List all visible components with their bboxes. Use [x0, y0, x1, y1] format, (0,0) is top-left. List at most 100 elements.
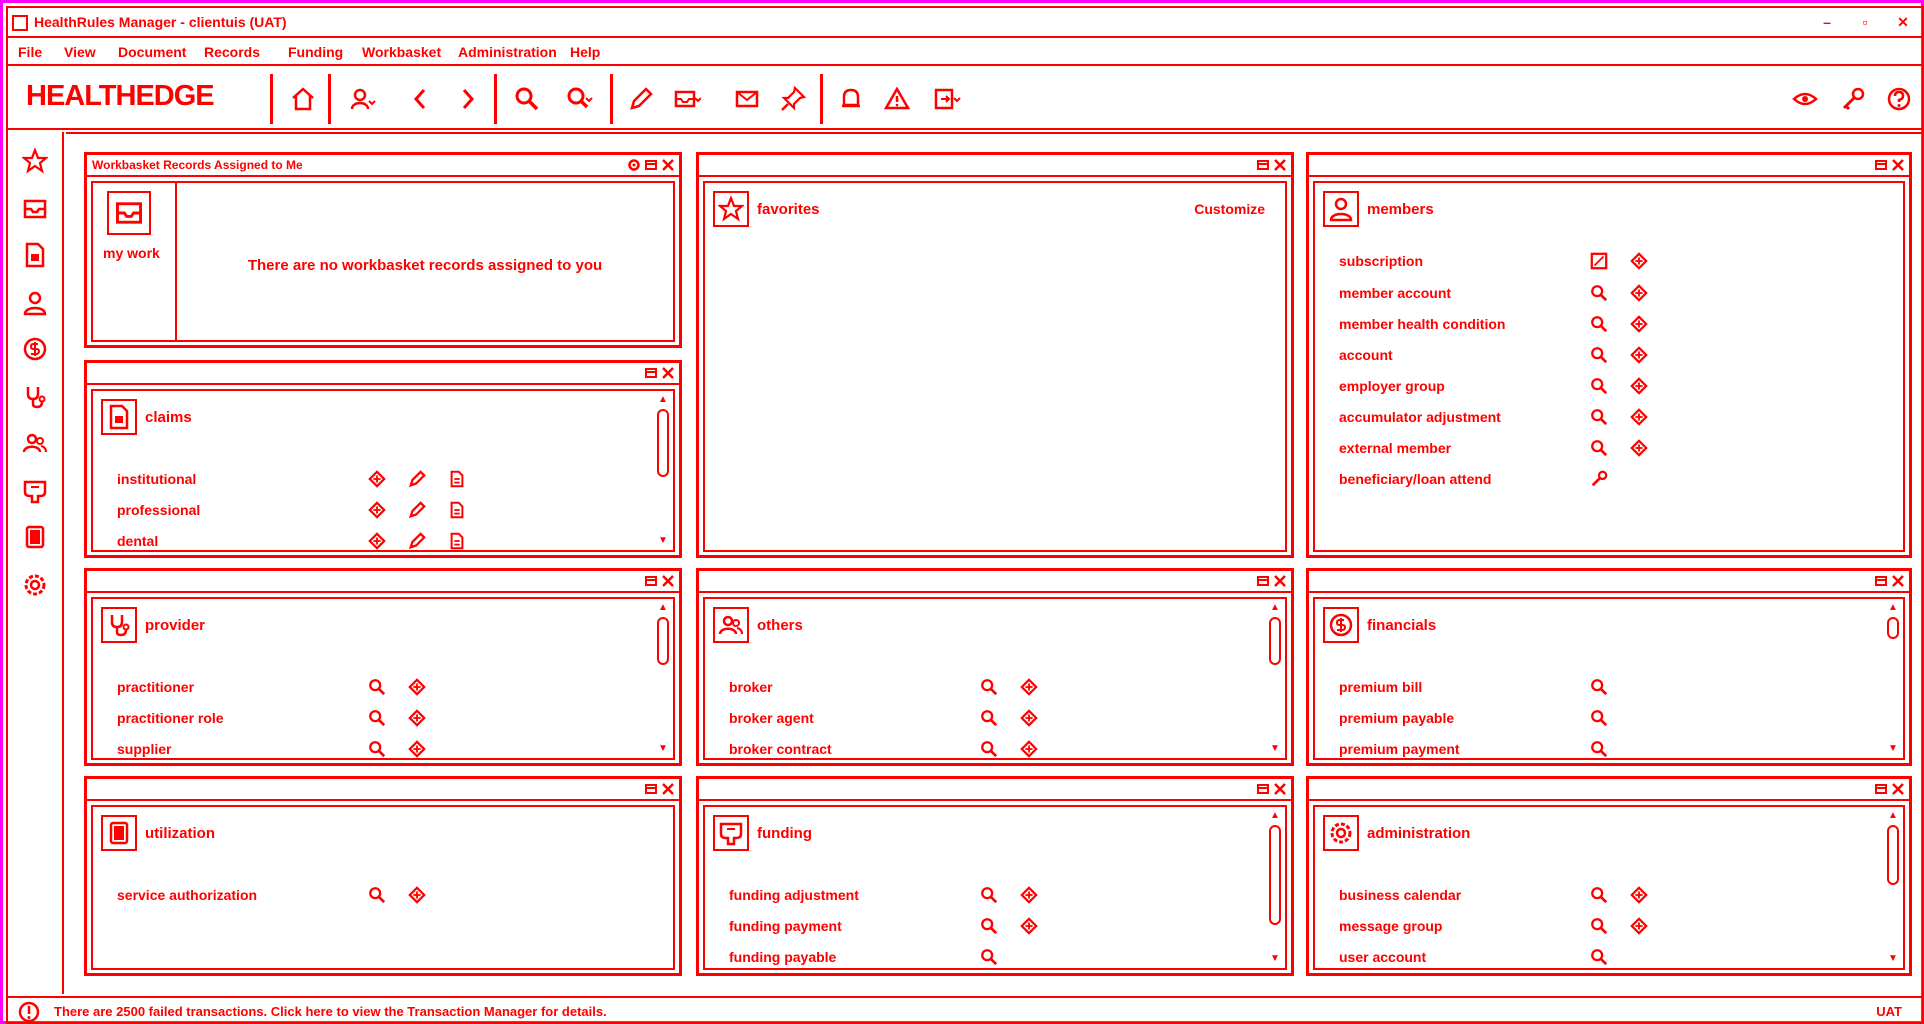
- edit-icon[interactable]: [407, 469, 427, 489]
- search-icon[interactable]: [979, 739, 999, 759]
- item-label[interactable]: subscription: [1339, 253, 1423, 269]
- search-icon[interactable]: [510, 82, 544, 116]
- minimize-button[interactable]: –: [1812, 10, 1842, 34]
- inbox-icon[interactable]: [107, 191, 151, 235]
- pin-icon[interactable]: [776, 82, 810, 116]
- edit-square-icon[interactable]: [1589, 251, 1609, 271]
- item-label[interactable]: funding payable: [729, 949, 836, 965]
- add-icon[interactable]: [367, 531, 387, 551]
- users-icon[interactable]: [346, 82, 380, 116]
- stethoscope-icon[interactable]: [20, 382, 50, 412]
- minimize-icon[interactable]: [1874, 782, 1888, 796]
- add-icon[interactable]: [1629, 251, 1649, 271]
- add-icon[interactable]: [1629, 885, 1649, 905]
- search-icon[interactable]: [367, 739, 387, 759]
- search-icon[interactable]: [979, 916, 999, 936]
- add-icon[interactable]: [1629, 314, 1649, 334]
- document-search-icon[interactable]: [447, 469, 467, 489]
- maximize-button[interactable]: ▫: [1850, 10, 1880, 34]
- item-label[interactable]: user account: [1339, 949, 1426, 965]
- add-icon[interactable]: [407, 885, 427, 905]
- add-icon[interactable]: [1629, 345, 1649, 365]
- item-label[interactable]: practitioner role: [117, 710, 224, 726]
- add-icon[interactable]: [1019, 885, 1039, 905]
- wrench-icon[interactable]: [1589, 469, 1609, 489]
- search-icon[interactable]: [979, 677, 999, 697]
- menu-funding[interactable]: Funding: [288, 44, 343, 60]
- search-icon[interactable]: [1589, 708, 1609, 728]
- add-icon[interactable]: [1019, 708, 1039, 728]
- close-icon[interactable]: [1273, 574, 1287, 588]
- scrollbar[interactable]: ▲ ▼: [655, 601, 671, 756]
- bell-icon[interactable]: [834, 82, 868, 116]
- help-icon[interactable]: [1882, 82, 1916, 116]
- search-icon[interactable]: [1589, 438, 1609, 458]
- item-label[interactable]: beneficiary/loan attend: [1339, 471, 1491, 487]
- menu-records[interactable]: Records: [204, 44, 260, 60]
- item-label[interactable]: message group: [1339, 918, 1442, 934]
- minimize-icon[interactable]: [1874, 574, 1888, 588]
- search-icon[interactable]: [1589, 677, 1609, 697]
- group-icon[interactable]: [20, 428, 50, 458]
- dollar-icon[interactable]: [20, 334, 50, 364]
- minimize-icon[interactable]: [644, 158, 658, 172]
- close-icon[interactable]: [661, 158, 675, 172]
- edit-icon[interactable]: [407, 531, 427, 551]
- minimize-icon[interactable]: [1256, 782, 1270, 796]
- item-label[interactable]: accumulator adjustment: [1339, 409, 1501, 425]
- document-search-icon[interactable]: [447, 500, 467, 520]
- settings-icon[interactable]: [627, 158, 641, 172]
- item-label[interactable]: funding payment: [729, 918, 842, 934]
- warning-icon[interactable]: [880, 82, 914, 116]
- search-icon[interactable]: [979, 708, 999, 728]
- scrollbar[interactable]: ▲ ▼: [1885, 601, 1901, 756]
- item-label[interactable]: funding adjustment: [729, 887, 859, 903]
- customize-link[interactable]: Customize: [1194, 201, 1265, 217]
- add-icon[interactable]: [407, 677, 427, 697]
- item-label[interactable]: premium bill: [1339, 679, 1422, 695]
- search-icon[interactable]: [367, 885, 387, 905]
- item-label[interactable]: premium payable: [1339, 710, 1454, 726]
- add-icon[interactable]: [1019, 916, 1039, 936]
- edit-icon[interactable]: [624, 82, 658, 116]
- item-label[interactable]: member health condition: [1339, 316, 1505, 332]
- search-icon[interactable]: [979, 885, 999, 905]
- item-label[interactable]: professional: [117, 502, 200, 518]
- minimize-icon[interactable]: [1256, 158, 1270, 172]
- minimize-icon[interactable]: [1256, 574, 1270, 588]
- item-label[interactable]: broker: [729, 679, 773, 695]
- minimize-icon[interactable]: [644, 574, 658, 588]
- close-icon[interactable]: [1273, 782, 1287, 796]
- close-icon[interactable]: [661, 366, 675, 380]
- add-icon[interactable]: [1629, 376, 1649, 396]
- close-icon[interactable]: [661, 782, 675, 796]
- inbox-icon[interactable]: [670, 82, 704, 116]
- forward-icon[interactable]: [450, 82, 484, 116]
- search-icon[interactable]: [1589, 739, 1609, 759]
- edit-icon[interactable]: [407, 500, 427, 520]
- close-button[interactable]: ✕: [1888, 10, 1918, 34]
- menu-view[interactable]: View: [64, 44, 96, 60]
- home-icon[interactable]: [286, 82, 320, 116]
- menu-administration[interactable]: Administration: [458, 44, 557, 60]
- item-label[interactable]: external member: [1339, 440, 1451, 456]
- minimize-icon[interactable]: [644, 782, 658, 796]
- search-icon[interactable]: [1589, 947, 1609, 967]
- close-icon[interactable]: [661, 574, 675, 588]
- add-icon[interactable]: [1629, 916, 1649, 936]
- scrollbar[interactable]: ▲ ▼: [655, 393, 671, 548]
- search-icon[interactable]: [1589, 885, 1609, 905]
- add-icon[interactable]: [367, 469, 387, 489]
- item-label[interactable]: broker contract: [729, 741, 832, 757]
- add-icon[interactable]: [407, 739, 427, 759]
- item-label[interactable]: business calendar: [1339, 887, 1461, 903]
- search-icon[interactable]: [1589, 916, 1609, 936]
- close-icon[interactable]: [1891, 782, 1905, 796]
- key-icon[interactable]: [1836, 82, 1870, 116]
- search-icon[interactable]: [1589, 314, 1609, 334]
- item-label[interactable]: service authorization: [117, 887, 257, 903]
- add-icon[interactable]: [407, 708, 427, 728]
- add-icon[interactable]: [1629, 407, 1649, 427]
- search-icon[interactable]: [1589, 345, 1609, 365]
- add-icon[interactable]: [1629, 438, 1649, 458]
